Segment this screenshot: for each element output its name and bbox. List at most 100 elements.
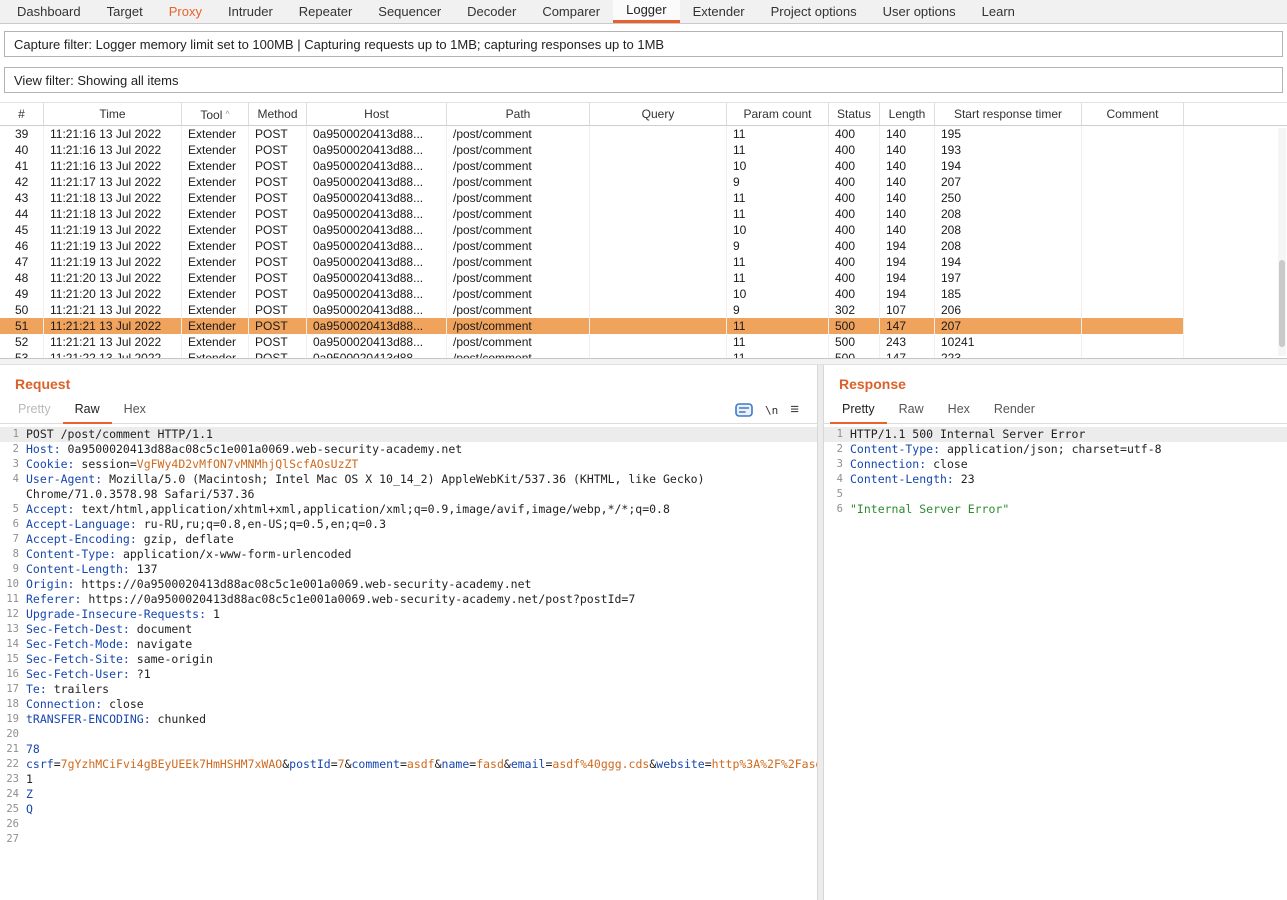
column-header-path[interactable]: Path xyxy=(447,103,590,125)
cell-num: 44 xyxy=(0,206,44,222)
line-number: 9 xyxy=(0,562,26,577)
scrollbar-thumb[interactable] xyxy=(1279,260,1285,347)
column-header-tool[interactable]: Tool^ xyxy=(182,103,249,125)
response-editor[interactable]: 1HTTP/1.1 500 Internal Server Error2Cont… xyxy=(824,424,1287,900)
cell-query xyxy=(590,206,727,222)
cell-tool: Extender xyxy=(182,270,249,286)
table-row-47[interactable]: 4711:21:19 13 Jul 2022ExtenderPOST0a9500… xyxy=(0,254,1287,270)
table-row-42[interactable]: 4211:21:17 13 Jul 2022ExtenderPOST0a9500… xyxy=(0,174,1287,190)
cell-length: 243 xyxy=(880,334,935,350)
horizontal-splitter[interactable] xyxy=(0,358,1287,365)
editor-menu-icon[interactable]: ≡ xyxy=(790,404,799,416)
response-tab-render[interactable]: Render xyxy=(982,397,1047,424)
column-header-num[interactable]: # xyxy=(0,103,44,125)
cell-time: 11:21:16 13 Jul 2022 xyxy=(44,126,182,142)
cell-param_count: 11 xyxy=(727,254,829,270)
column-header-query[interactable]: Query xyxy=(590,103,727,125)
request-tab-hex[interactable]: Hex xyxy=(112,397,158,424)
line-number: 11 xyxy=(0,592,26,607)
table-row-52[interactable]: 5211:21:21 13 Jul 2022ExtenderPOST0a9500… xyxy=(0,334,1287,350)
menu-tab-project-options[interactable]: Project options xyxy=(758,0,870,23)
table-header: #TimeTool^MethodHostPathQueryParam count… xyxy=(0,102,1287,126)
menu-tab-user-options[interactable]: User options xyxy=(870,0,969,23)
request-tab-raw[interactable]: Raw xyxy=(63,397,112,424)
cell-length: 140 xyxy=(880,126,935,142)
response-tab-hex[interactable]: Hex xyxy=(936,397,982,424)
menu-tab-extender[interactable]: Extender xyxy=(680,0,758,23)
pretty-print-icon[interactable] xyxy=(735,403,753,417)
table-scrollbar[interactable] xyxy=(1278,128,1286,356)
code-line-18: 18Connection: close xyxy=(0,697,817,712)
cell-query xyxy=(590,302,727,318)
cell-tool: Extender xyxy=(182,318,249,334)
cell-timer: 208 xyxy=(935,238,1082,254)
table-row-39[interactable]: 3911:21:16 13 Jul 2022ExtenderPOST0a9500… xyxy=(0,126,1287,142)
cell-length: 147 xyxy=(880,318,935,334)
table-row-48[interactable]: 4811:21:20 13 Jul 2022ExtenderPOST0a9500… xyxy=(0,270,1287,286)
menu-tab-sequencer[interactable]: Sequencer xyxy=(365,0,454,23)
code-line-13: 13Sec-Fetch-Dest: document xyxy=(0,622,817,637)
line-number: 5 xyxy=(824,487,850,502)
column-header-status[interactable]: Status xyxy=(829,103,880,125)
code-line-11: 11Referer: https://0a9500020413d88ac08c5… xyxy=(0,592,817,607)
column-header-param_count[interactable]: Param count xyxy=(727,103,829,125)
menu-tab-dashboard[interactable]: Dashboard xyxy=(4,0,94,23)
menu-tab-learn[interactable]: Learn xyxy=(969,0,1028,23)
line-number: 21 xyxy=(0,742,26,757)
view-filter-bar[interactable]: View filter: Showing all items xyxy=(4,67,1283,93)
cell-method: POST xyxy=(249,302,307,318)
menu-tab-proxy[interactable]: Proxy xyxy=(156,0,215,23)
column-header-time[interactable]: Time xyxy=(44,103,182,125)
response-tab-pretty[interactable]: Pretty xyxy=(830,397,887,424)
main-tab-bar: DashboardTargetProxyIntruderRepeaterSequ… xyxy=(0,0,1287,24)
cell-host: 0a9500020413d88... xyxy=(307,318,447,334)
cell-timer: 208 xyxy=(935,222,1082,238)
cell-comment xyxy=(1082,254,1184,270)
table-body: 3911:21:16 13 Jul 2022ExtenderPOST0a9500… xyxy=(0,126,1287,358)
cell-method: POST xyxy=(249,334,307,350)
code-line-5: 5Accept: text/html,application/xhtml+xml… xyxy=(0,502,817,517)
table-row-49[interactable]: 4911:21:20 13 Jul 2022ExtenderPOST0a9500… xyxy=(0,286,1287,302)
table-row-40[interactable]: 4011:21:16 13 Jul 2022ExtenderPOST0a9500… xyxy=(0,142,1287,158)
cell-timer: 185 xyxy=(935,286,1082,302)
cell-status: 400 xyxy=(829,270,880,286)
cell-comment xyxy=(1082,174,1184,190)
cell-time: 11:21:19 13 Jul 2022 xyxy=(44,238,182,254)
menu-tab-target[interactable]: Target xyxy=(94,0,156,23)
table-row-46[interactable]: 4611:21:19 13 Jul 2022ExtenderPOST0a9500… xyxy=(0,238,1287,254)
table-row-50[interactable]: 5011:21:21 13 Jul 2022ExtenderPOST0a9500… xyxy=(0,302,1287,318)
show-newlines-button[interactable]: \n xyxy=(765,404,778,417)
code-line-15: 15Sec-Fetch-Site: same-origin xyxy=(0,652,817,667)
menu-tab-logger[interactable]: Logger xyxy=(613,0,679,23)
cell-tool: Extender xyxy=(182,174,249,190)
column-header-timer[interactable]: Start response timer xyxy=(935,103,1082,125)
menu-tab-decoder[interactable]: Decoder xyxy=(454,0,529,23)
table-row-51[interactable]: 5111:21:21 13 Jul 2022ExtenderPOST0a9500… xyxy=(0,318,1287,334)
cell-param_count: 10 xyxy=(727,222,829,238)
cell-query xyxy=(590,222,727,238)
table-row-45[interactable]: 4511:21:19 13 Jul 2022ExtenderPOST0a9500… xyxy=(0,222,1287,238)
table-row-41[interactable]: 4111:21:16 13 Jul 2022ExtenderPOST0a9500… xyxy=(0,158,1287,174)
line-number: 14 xyxy=(0,637,26,652)
table-row-53[interactable]: 5311:21:22 13 Jul 2022ExtenderPOST0a9500… xyxy=(0,350,1287,358)
column-header-comment[interactable]: Comment xyxy=(1082,103,1184,125)
column-header-length[interactable]: Length xyxy=(880,103,935,125)
cell-query xyxy=(590,350,727,358)
cell-tool: Extender xyxy=(182,190,249,206)
menu-tab-intruder[interactable]: Intruder xyxy=(215,0,286,23)
cell-timer: 10241 xyxy=(935,334,1082,350)
response-tab-raw[interactable]: Raw xyxy=(887,397,936,424)
cell-time: 11:21:18 13 Jul 2022 xyxy=(44,206,182,222)
table-row-43[interactable]: 4311:21:18 13 Jul 2022ExtenderPOST0a9500… xyxy=(0,190,1287,206)
panel-divider[interactable] xyxy=(817,365,824,900)
column-header-method[interactable]: Method xyxy=(249,103,307,125)
cell-comment xyxy=(1082,350,1184,358)
request-tab-pretty[interactable]: Pretty xyxy=(6,397,63,424)
column-header-host[interactable]: Host xyxy=(307,103,447,125)
menu-tab-repeater[interactable]: Repeater xyxy=(286,0,365,23)
menu-tab-comparer[interactable]: Comparer xyxy=(529,0,613,23)
capture-filter-bar[interactable]: Capture filter: Logger memory limit set … xyxy=(4,31,1283,57)
cell-num: 40 xyxy=(0,142,44,158)
request-editor[interactable]: 1POST /post/comment HTTP/1.12Host: 0a950… xyxy=(0,424,817,900)
table-row-44[interactable]: 4411:21:18 13 Jul 2022ExtenderPOST0a9500… xyxy=(0,206,1287,222)
